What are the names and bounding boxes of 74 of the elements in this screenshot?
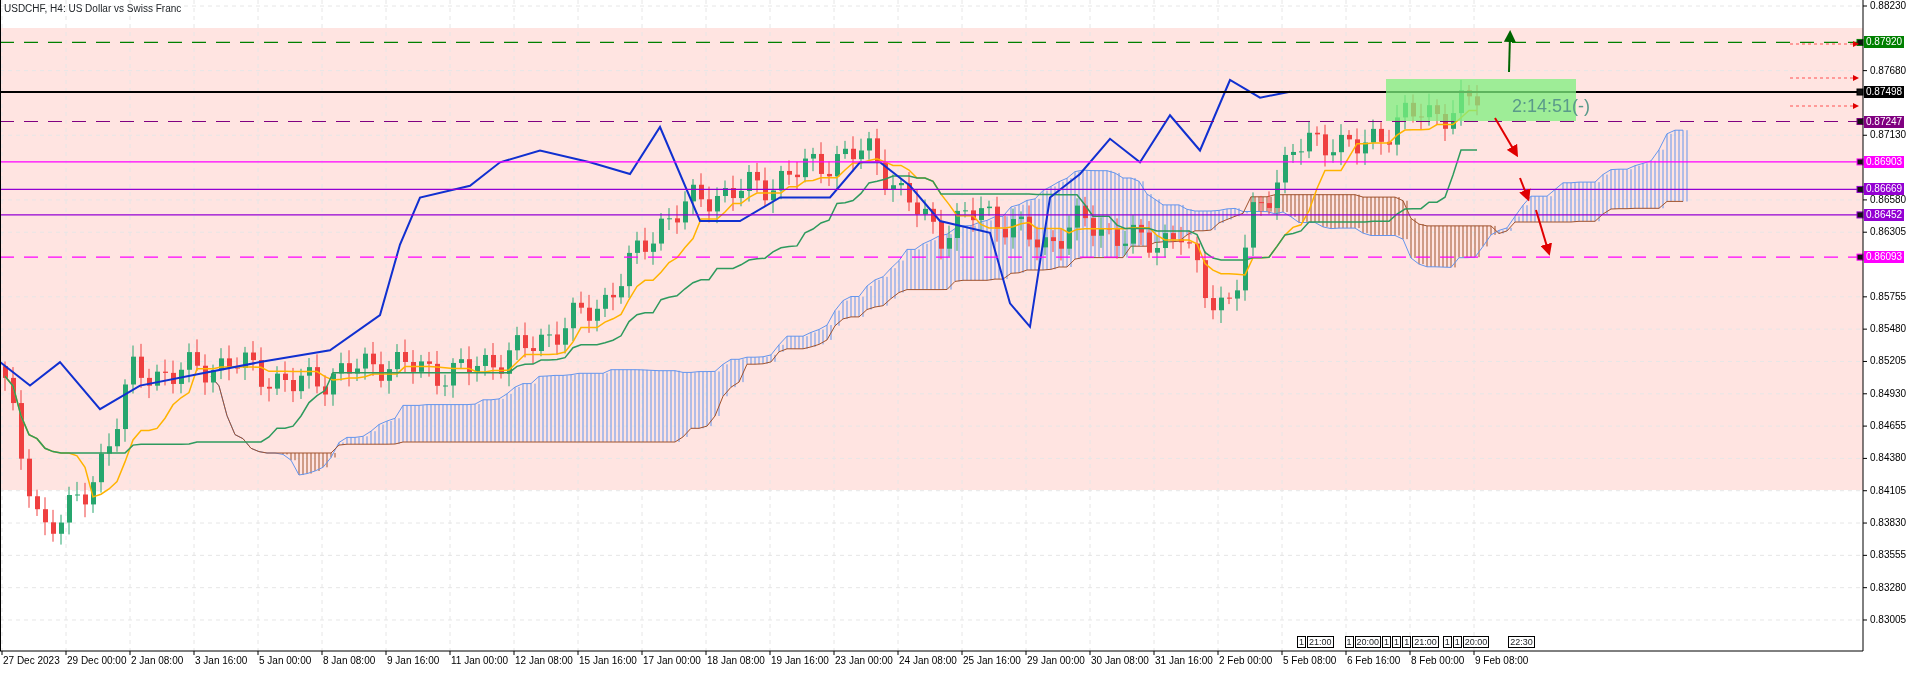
price-tag: 0.86093 <box>1864 251 1905 264</box>
time-label: 29 Dec 00:00 <box>67 655 127 667</box>
level-handle[interactable] <box>1856 211 1864 219</box>
price-label: 0.86580 <box>1870 193 1907 206</box>
price-tag: 0.87247 <box>1864 115 1905 128</box>
price-tag: 0.87920 <box>1864 36 1905 49</box>
session-marker: 1 <box>1452 636 1462 648</box>
session-marker: 1 <box>1402 636 1412 648</box>
price-label: 0.85480 <box>1870 323 1907 336</box>
time-label: 8 Jan 08:00 <box>323 655 376 667</box>
down-arrow <box>1494 117 1519 158</box>
price-label: 0.88230 <box>1870 0 1907 12</box>
price-label: 0.83555 <box>1870 549 1907 562</box>
level-handle[interactable] <box>1856 158 1864 166</box>
time-label: 24 Jan 08:00 <box>899 655 957 667</box>
forecast-arrow <box>1789 103 1859 109</box>
session-marker: 1 <box>1297 636 1306 648</box>
time-label: 9 Jan 16:00 <box>387 655 440 667</box>
time-label: 2 Jan 08:00 <box>131 655 184 667</box>
time-label: 6 Feb 16:00 <box>1347 655 1401 667</box>
price-tag: 0.87498 <box>1864 86 1905 98</box>
forecast-arrow <box>1789 75 1859 81</box>
time-label: 30 Jan 08:00 <box>1091 655 1149 667</box>
level-handle[interactable] <box>1856 38 1864 46</box>
down-arrow <box>1519 177 1531 202</box>
price-label: 0.83830 <box>1870 517 1907 530</box>
time-label: 2 Feb 00:00 <box>1219 655 1273 667</box>
time-label: 5 Feb 08:00 <box>1283 655 1337 667</box>
time-label: 25 Jan 16:00 <box>963 655 1021 667</box>
price-label: 0.87130 <box>1870 129 1907 142</box>
session-marker: 20:00 <box>1354 636 1382 648</box>
session-marker: 1 <box>1382 636 1392 648</box>
up-arrow <box>1503 30 1516 73</box>
down-arrow <box>1535 209 1552 256</box>
price-label: 0.87680 <box>1870 64 1907 77</box>
session-marker: 22:30 <box>1508 636 1535 648</box>
price-label: 0.83280 <box>1870 581 1907 594</box>
time-label: 17 Jan 00:00 <box>643 655 701 667</box>
time-label: 8 Feb 00:00 <box>1411 655 1465 667</box>
time-label: 12 Jan 08:00 <box>515 655 573 667</box>
price-label: 0.85755 <box>1870 290 1907 303</box>
time-label: 11 Jan 00:00 <box>451 655 509 667</box>
level-handle[interactable] <box>1856 118 1864 125</box>
price-label: 0.86305 <box>1870 226 1907 239</box>
session-marker: 1 <box>1442 636 1452 648</box>
level-handle[interactable] <box>1856 185 1864 193</box>
price-label: 0.84930 <box>1870 387 1907 400</box>
price-label: 0.84655 <box>1870 420 1907 433</box>
price-tag: 0.86669 <box>1864 183 1905 196</box>
level-handle[interactable] <box>1856 88 1864 96</box>
time-label: 3 Jan 16:00 <box>195 655 248 667</box>
time-label: 5 Jan 00:00 <box>259 655 312 667</box>
price-tag: 0.86452 <box>1864 208 1905 221</box>
time-label: 27 Dec 2023 <box>3 655 60 667</box>
price-label: 0.85205 <box>1870 355 1907 368</box>
price-label: 0.84105 <box>1870 484 1907 497</box>
time-label: 31 Jan 16:00 <box>1155 655 1213 667</box>
time-label: 19 Jan 16:00 <box>771 655 829 667</box>
time-label: 23 Jan 00:00 <box>835 655 893 667</box>
session-marker: 1 <box>1344 636 1354 648</box>
time-label: 18 Jan 08:00 <box>707 655 765 667</box>
time-label: 9 Feb 08:00 <box>1475 655 1529 667</box>
session-marker: 21:00 <box>1307 636 1334 648</box>
session-marker: 20:00 <box>1462 636 1490 648</box>
level-handle[interactable] <box>1856 253 1864 261</box>
price-label: 0.84380 <box>1870 452 1907 465</box>
chart-title: USDCHF, H4: US Dollar vs Swiss Franc <box>4 3 182 15</box>
session-marker: 1 <box>1392 636 1402 648</box>
session-marker: 21:00 <box>1412 636 1439 648</box>
price-tag: 0.86903 <box>1864 155 1905 168</box>
price-label: 0.83005 <box>1870 614 1907 626</box>
time-label: 29 Jan 00:00 <box>1027 655 1085 667</box>
time-label: 15 Jan 16:00 <box>579 655 637 667</box>
forecast-arrow <box>1789 41 1859 47</box>
